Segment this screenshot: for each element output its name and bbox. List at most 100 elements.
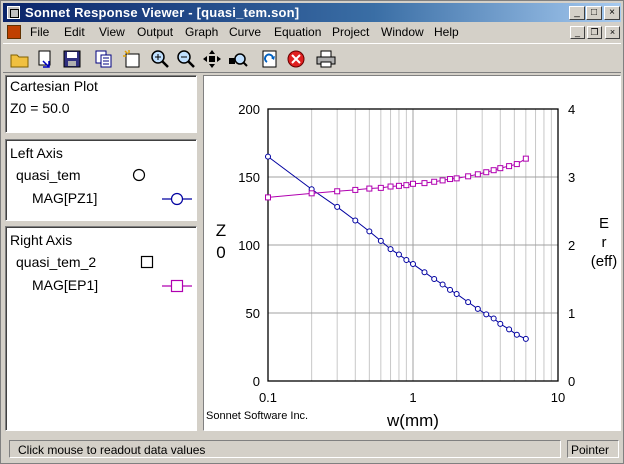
right-y-tick-label: 1 (568, 306, 575, 321)
left-curve-legend-icon (162, 192, 192, 206)
close-button[interactable]: × (604, 6, 620, 20)
right-axis-panel[interactable]: Right Axis quasi_tem_2 MAG[EP1] (5, 226, 197, 431)
zoom-out-icon[interactable] (175, 48, 197, 70)
menu-graph[interactable]: Graph (185, 25, 218, 39)
zoom-fit-icon[interactable] (227, 48, 249, 70)
right-axis-project[interactable]: quasi_tem_2 (16, 254, 96, 270)
maximize-button[interactable]: □ (586, 6, 602, 20)
data-point-square (497, 165, 504, 172)
doc-restore-button[interactable]: ❐ (587, 26, 602, 39)
document-icon[interactable] (7, 25, 21, 39)
left-axis-panel[interactable]: Left Axis quasi_tem MAG[PZ1] (5, 139, 197, 221)
data-point-square (522, 155, 529, 162)
data-point-circle (334, 203, 341, 210)
menu-bar: File Edit View Output Graph Curve Equati… (3, 23, 621, 41)
data-point-square (474, 171, 481, 178)
toolbar (3, 43, 621, 73)
data-point-square (421, 180, 428, 187)
watermark-text: Sonnet Software Inc. (206, 410, 308, 422)
left-y-tick-label: 150 (238, 170, 260, 185)
series-line-right (267, 158, 527, 198)
data-point-square (453, 175, 460, 182)
data-point-square (334, 188, 341, 195)
data-point-square (403, 182, 410, 189)
data-point-circle (352, 217, 359, 224)
right-axis-heading: Right Axis (10, 232, 73, 248)
right-y-tick-label: 0 (568, 374, 575, 389)
data-point-circle (410, 261, 416, 268)
open-folder-icon[interactable] (9, 48, 31, 70)
x-tick-label: 10 (551, 390, 565, 405)
status-bar: Click mouse to readout data values Point… (3, 438, 621, 460)
x-tick-label: 1 (409, 390, 416, 405)
data-point-square (308, 190, 315, 197)
data-point-square (431, 178, 438, 185)
menu-edit[interactable]: Edit (64, 25, 85, 39)
doc-minimize-button[interactable]: _ (570, 26, 585, 39)
menu-window[interactable]: Window (381, 25, 424, 39)
data-point-square (352, 186, 359, 193)
plot-parameter: Z0 = 50.0 (10, 100, 70, 116)
open-file-icon[interactable] (35, 48, 57, 70)
menu-equation[interactable]: Equation (274, 25, 321, 39)
data-point-circle (513, 331, 520, 338)
data-point-circle (506, 326, 513, 333)
data-point-circle (395, 251, 402, 258)
left-y-tick-label: 0 (253, 374, 260, 389)
data-point-square (447, 176, 454, 183)
data-point-circle (522, 335, 529, 342)
print-icon[interactable] (315, 48, 337, 70)
left-y-tick-label: 50 (246, 306, 260, 321)
doc-close-button[interactable]: × (605, 26, 620, 39)
menu-curve[interactable]: Curve (229, 25, 261, 39)
status-mode: Pointer (567, 440, 619, 458)
data-point-circle (403, 256, 410, 263)
data-point-square (513, 161, 520, 168)
data-point-square (395, 182, 402, 189)
menu-file[interactable]: File (30, 25, 49, 39)
data-point-circle (377, 237, 384, 244)
data-point-square (506, 163, 513, 170)
x-axis-title: w(mm) (386, 411, 439, 430)
cartesian-plot[interactable]: 0.1 1 1005010015020001234w(mm)Z 0E r (eff)Son… (204, 76, 620, 430)
menu-project[interactable]: Project (332, 25, 369, 39)
x-tick-label: 0.1 (259, 390, 277, 405)
save-icon[interactable] (61, 48, 83, 70)
data-point-circle (474, 305, 481, 312)
menu-output[interactable]: Output (137, 25, 173, 39)
app-icon (7, 6, 20, 19)
plot-info-panel: Cartesian Plot Z0 = 50.0 (5, 75, 197, 133)
data-point-circle (265, 153, 271, 160)
right-y-tick-label: 4 (568, 102, 575, 117)
data-point-square (465, 173, 472, 180)
data-point-square (265, 194, 271, 201)
refresh-icon[interactable] (259, 48, 281, 70)
right-y-tick-label: 2 (568, 238, 575, 253)
data-point-circle (483, 311, 490, 318)
copy-icon[interactable] (93, 48, 115, 70)
title-bar[interactable]: Sonnet Response Viewer - [quasi_tem.son]… (3, 3, 621, 22)
circle-marker-icon (132, 168, 146, 182)
plot-area[interactable]: 0.1 1 10 0 50 100 150 200 0 1 2 3 4 w(mm) Z 0 Er (eff) Son… (203, 75, 621, 431)
pan-icon[interactable] (201, 48, 223, 70)
left-axis-curve[interactable]: MAG[PZ1] (32, 190, 97, 206)
menu-view[interactable]: View (99, 25, 125, 39)
data-point-circle (497, 320, 504, 327)
new-plot-icon[interactable] (121, 48, 143, 70)
data-point-circle (490, 315, 497, 322)
data-point-square (387, 183, 394, 190)
zoom-in-icon[interactable] (149, 48, 171, 70)
data-point-circle (439, 281, 446, 288)
left-y-tick-label: 100 (238, 238, 260, 253)
minimize-button[interactable]: _ (569, 6, 585, 20)
left-axis-project[interactable]: quasi_tem (16, 167, 81, 183)
data-point-circle (366, 228, 373, 235)
stop-icon[interactable] (285, 48, 307, 70)
right-y-tick-label: 3 (568, 170, 575, 185)
right-axis-title: Er (eff) (591, 215, 617, 270)
data-point-circle (421, 269, 428, 276)
square-marker-icon (140, 255, 154, 269)
left-axis-heading: Left Axis (10, 145, 63, 161)
menu-help[interactable]: Help (434, 25, 459, 39)
right-axis-curve[interactable]: MAG[EP1] (32, 277, 98, 293)
